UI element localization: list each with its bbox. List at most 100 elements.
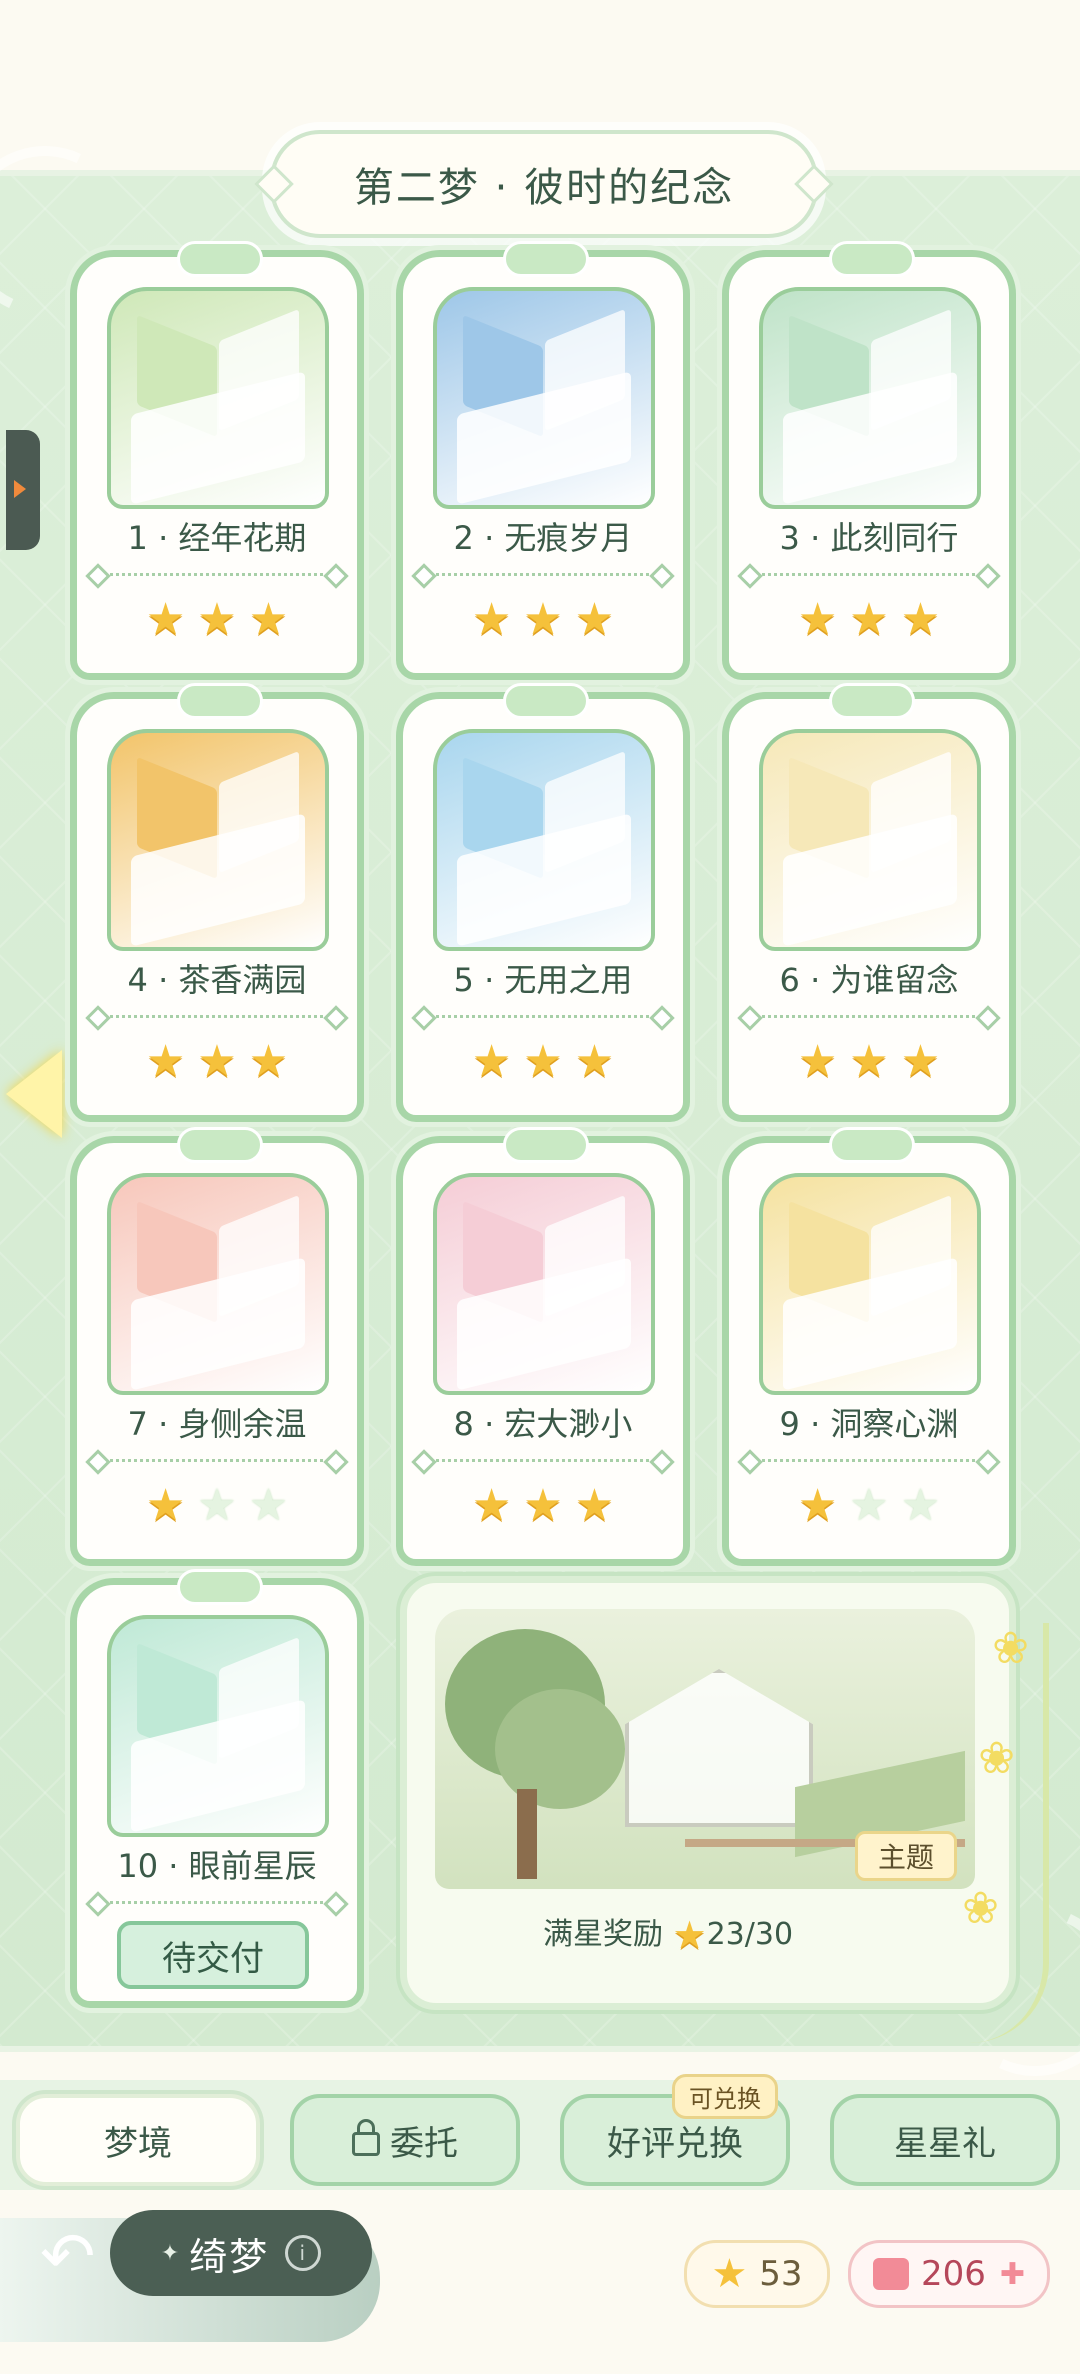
star-icon: ★ xyxy=(574,1480,615,1531)
info-icon[interactable]: i xyxy=(285,2235,322,2271)
card-ornament xyxy=(177,241,263,277)
card-ornament xyxy=(503,241,589,277)
divider xyxy=(93,573,341,576)
divider xyxy=(419,1459,667,1462)
card-ornament xyxy=(503,1127,589,1163)
level-label: 6 · 为谁留念 xyxy=(779,961,959,999)
card-ornament xyxy=(829,241,915,277)
level-room-thumbnail xyxy=(433,287,655,509)
level-stars: ★ ★ ★ xyxy=(403,1039,683,1085)
add-icon[interactable]: ✚ xyxy=(1000,2257,1025,2292)
level-label: 4 · 茶香满园 xyxy=(127,961,307,999)
star-icon: ★ xyxy=(797,1036,838,1087)
star-icon: ★ xyxy=(900,1480,941,1531)
level-stars: ★ ★ ★ xyxy=(403,597,683,643)
exchangeable-badge: 可兑换 xyxy=(672,2074,778,2119)
reward-theme-preview: 主题 xyxy=(435,1609,975,1889)
level-card[interactable]: 8 · 宏大渺小 ★ ★ ★ xyxy=(396,1127,690,1566)
back-arrow-icon[interactable]: ↶ xyxy=(40,2218,95,2295)
divider xyxy=(419,1015,667,1018)
level-card[interactable]: 6 · 为谁留念 ★ ★ ★ xyxy=(722,683,1016,1122)
tab-star-gift-label: 星星礼 xyxy=(894,2123,996,2164)
level-stars: ★ ★ ★ xyxy=(77,1483,357,1529)
tab-dream[interactable]: 梦境 xyxy=(16,2094,260,2186)
star-icon: ★ xyxy=(523,1036,563,1087)
star-icon: ★ xyxy=(672,1913,707,1957)
level-room-thumbnail xyxy=(759,729,981,951)
tab-review-exchange-label: 好评兑换 xyxy=(607,2123,743,2164)
card-ornament xyxy=(177,683,263,719)
star-icon: ★ xyxy=(145,1480,186,1531)
deliver-button[interactable]: 待交付 xyxy=(117,1921,309,1989)
tab-star-gift[interactable]: 星星礼 xyxy=(830,2094,1060,2186)
level-stars: ★ ★ ★ xyxy=(403,1483,683,1529)
divider xyxy=(419,573,667,576)
dream-label: 绮梦 xyxy=(189,2234,270,2279)
like-count: 206 xyxy=(920,2254,986,2294)
level-card[interactable]: 5 · 无用之用 ★ ★ ★ xyxy=(396,683,690,1122)
star-icon: ★ xyxy=(523,1480,563,1531)
tab-commission[interactable]: 委托 xyxy=(290,2094,520,2186)
level-label: 10 · 眼前星辰 xyxy=(117,1847,317,1885)
star-icon: ★ xyxy=(471,1036,512,1087)
card-ornament xyxy=(829,683,915,719)
level-label: 7 · 身侧余温 xyxy=(127,1405,307,1443)
tab-bar: 梦境 委托 可兑换 好评兑换 星星礼 xyxy=(0,2074,1080,2190)
tab-review-exchange[interactable]: 可兑换 好评兑换 xyxy=(560,2074,790,2186)
star-icon: ★ xyxy=(248,1036,289,1087)
level-card[interactable]: 10 · 眼前星辰待交付 xyxy=(70,1569,364,2008)
level-room-thumbnail xyxy=(433,1173,655,1395)
vine-decoration xyxy=(923,1623,1049,2043)
level-room-thumbnail xyxy=(107,1615,329,1837)
divider xyxy=(745,573,993,576)
flower-icon: ❀ xyxy=(962,1883,999,1934)
star-icon: ★ xyxy=(797,594,838,645)
star-icon: ★ xyxy=(145,1036,186,1087)
level-label: 3 · 此刻同行 xyxy=(779,519,959,557)
level-label: 8 · 宏大渺小 xyxy=(453,1405,633,1443)
chapter-title-plate: 第二梦 · 彼时的纪念 xyxy=(254,130,834,238)
tab-dream-label: 梦境 xyxy=(104,2123,172,2164)
star-count: 53 xyxy=(759,2254,803,2294)
divider xyxy=(745,1015,993,1018)
full-star-reward-panel[interactable]: 主题 满星奖励 ★23/30 ❀ ❀ ❀ xyxy=(400,1576,1049,2043)
reward-caption-text: 满星奖励 xyxy=(542,1917,663,1952)
level-room-thumbnail xyxy=(759,1173,981,1395)
like-counter[interactable]: 206 ✚ xyxy=(848,2240,1050,2308)
thumbs-up-icon xyxy=(872,2258,909,2290)
dream-name-pill[interactable]: ✦ 绮梦 i xyxy=(110,2210,372,2296)
side-drawer-handle[interactable] xyxy=(6,430,40,550)
card-ornament xyxy=(503,683,589,719)
card-ornament xyxy=(177,1569,263,1605)
level-room-thumbnail xyxy=(433,729,655,951)
level-stars: ★ ★ ★ xyxy=(729,1483,1009,1529)
level-room-thumbnail xyxy=(107,1173,329,1395)
star-icon: ★ xyxy=(797,1480,838,1531)
level-card[interactable]: 2 · 无痕岁月 ★ ★ ★ xyxy=(396,241,690,680)
star-icon: ★ xyxy=(471,1480,512,1531)
level-card[interactable]: 7 · 身侧余温 ★ ★ ★ xyxy=(70,1127,364,1566)
divider xyxy=(93,1901,341,1904)
level-stars: ★ ★ ★ xyxy=(729,597,1009,643)
divider xyxy=(93,1015,341,1018)
star-icon: ★ xyxy=(711,2251,748,2297)
reward-progress: 23/30 xyxy=(706,1917,794,1952)
level-label: 1 · 经年花期 xyxy=(127,519,307,557)
prev-chapter-arrow-icon[interactable] xyxy=(6,1050,62,1138)
level-card[interactable]: 9 · 洞察心渊 ★ ★ ★ xyxy=(722,1127,1016,1566)
star-icon: ★ xyxy=(900,1036,941,1087)
level-card[interactable]: 4 · 茶香满园 ★ ★ ★ xyxy=(70,683,364,1122)
star-icon: ★ xyxy=(145,594,186,645)
level-room-thumbnail xyxy=(107,287,329,509)
flower-icon: ❀ xyxy=(978,1733,1015,1784)
star-icon: ★ xyxy=(197,1480,237,1531)
sparkle-icon: ✦ xyxy=(160,2240,182,2266)
star-counter: ★ 53 xyxy=(684,2240,830,2308)
level-stars: ★ ★ ★ xyxy=(77,597,357,643)
star-icon: ★ xyxy=(248,594,289,645)
star-icon: ★ xyxy=(197,1036,237,1087)
level-card[interactable]: 3 · 此刻同行 ★ ★ ★ xyxy=(722,241,1016,680)
level-card[interactable]: 1 · 经年花期 ★ ★ ★ xyxy=(70,241,364,680)
star-icon: ★ xyxy=(574,594,615,645)
star-icon: ★ xyxy=(574,1036,615,1087)
